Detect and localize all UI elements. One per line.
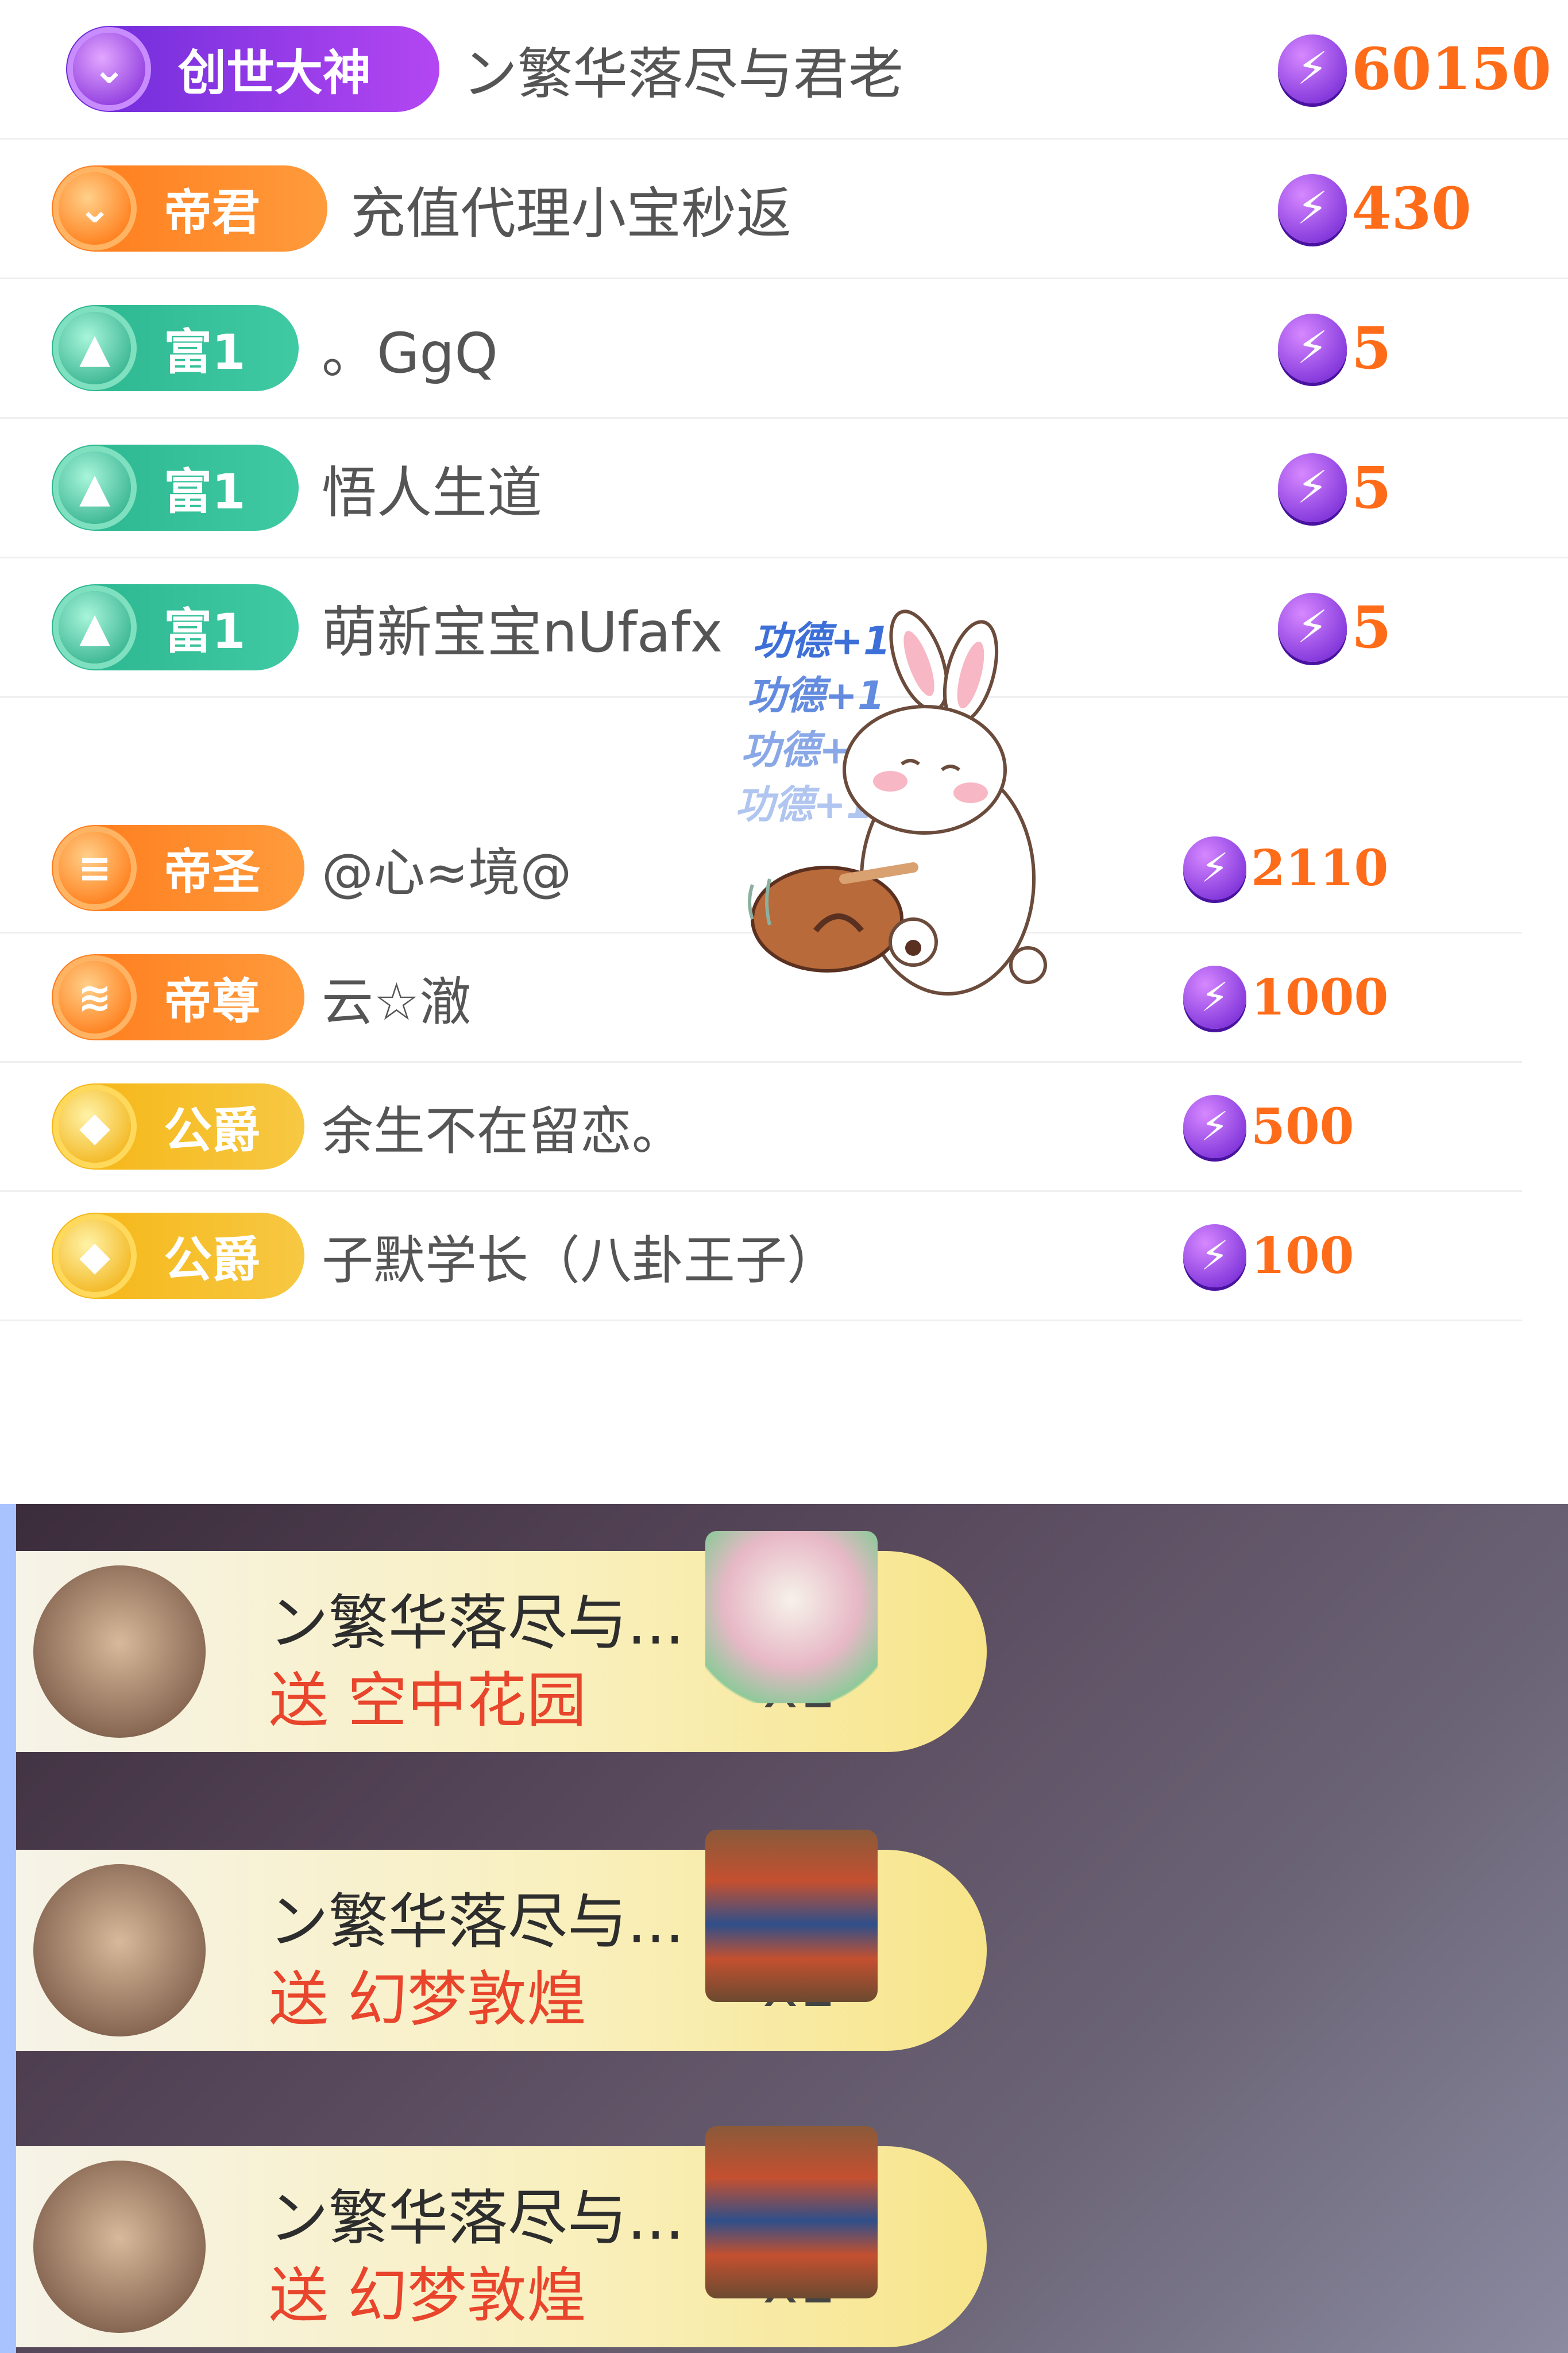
list-item[interactable]: ⌄ 创世大神 ン繁华落尽与君老 ⚡ 60150 <box>0 0 1568 140</box>
lightning-icon: ⚡ <box>1278 314 1347 383</box>
triangle-emblem-icon: ▲ <box>59 312 131 384</box>
contribution-amount: ⚡ 430 <box>1278 174 1472 243</box>
badge-label: 创世大神 <box>178 44 372 101</box>
username: 充值代理小宝秒返 <box>350 181 791 246</box>
gift-message[interactable]: ン繁华落尽与... 送 空中花园 x1 <box>16 1531 987 1752</box>
bunny-sticker: 功德+1 功德+1 功德+1 功德+1 <box>729 609 1074 1011</box>
username: ン繁华落尽与君老 <box>462 41 903 106</box>
lightning-icon: ⚡ <box>1183 1224 1246 1287</box>
left-edge-stripe <box>0 1504 16 2353</box>
bunny-icon <box>748 610 1047 996</box>
contribution-amount: ⚡ 5 <box>1278 453 1392 522</box>
username: 云☆澈 <box>322 972 472 1032</box>
badge-label: 帝圣 <box>164 843 261 900</box>
level-badge: ⌄ 创世大神 <box>66 26 439 112</box>
username: 悟人生道 <box>322 460 542 525</box>
lightning-icon: ⚡ <box>1278 34 1347 103</box>
amount-value: 100 <box>1251 1226 1354 1285</box>
avatar[interactable] <box>33 1864 206 2036</box>
level-badge: ◆ 公爵 <box>52 1083 304 1170</box>
gift-sender: ン繁华落尽与... <box>269 1887 685 1957</box>
amount-value: 60150 <box>1351 35 1551 103</box>
triangle-emblem-icon: ▲ <box>59 591 131 664</box>
lightning-icon: ⚡ <box>1183 1095 1246 1158</box>
list-item[interactable]: ▲ 富1 悟人生道 ⚡ 5 <box>0 419 1568 558</box>
badge-label: 富1 <box>164 603 246 659</box>
level-badge: ≋ 帝尊 <box>52 954 304 1040</box>
gift-message[interactable]: ン繁华落尽与... 送 幻梦敦煌 x1 <box>16 2126 987 2347</box>
amount-value: 1000 <box>1251 968 1389 1027</box>
level-badge: ≡ 帝圣 <box>52 825 304 911</box>
list-item[interactable]: ▲ 富1 。GgQ ⚡ 5 <box>0 279 1568 419</box>
gift-action: 送 幻梦敦煌 <box>269 1964 587 2034</box>
badge-label: 帝君 <box>164 184 261 241</box>
amount-value: 5 <box>1351 314 1392 382</box>
list-item[interactable]: ⌄ 帝君 充值代理小宝秒返 ⚡ 430 <box>0 140 1568 279</box>
username: @心≈境@ <box>322 843 572 903</box>
badge-label: 帝尊 <box>164 973 261 1029</box>
list-item[interactable]: ◆ 公爵 余生不在留恋。 ⚡ 500 <box>0 1063 1522 1192</box>
lightning-icon: ⚡ <box>1278 593 1347 662</box>
sky-garden-gift-icon <box>705 1531 878 1703</box>
chevron-emblem-icon: ⌄ <box>73 33 145 105</box>
dunhuang-tower-gift-icon <box>705 1830 878 2002</box>
username: 余生不在留恋。 <box>322 1101 683 1162</box>
username: 子默学长（八卦王子） <box>322 1230 839 1291</box>
amount-value: 500 <box>1251 1097 1354 1156</box>
triangle-emblem-icon: ▲ <box>59 452 131 524</box>
badge-label: 富1 <box>164 323 246 380</box>
contribution-amount: ⚡ 2110 <box>1183 836 1388 900</box>
contribution-amount: ⚡ 5 <box>1278 314 1392 383</box>
dunhuang-tower-gift-icon <box>705 2126 878 2298</box>
gift-feed-panel: ン繁华落尽与... 送 空中花园 x1 ン繁华落尽与... 送 幻梦敦煌 x1 … <box>0 1504 1568 2353</box>
list-item[interactable]: ◆ 公爵 子默学长（八卦王子） ⚡ 100 <box>0 1192 1522 1321</box>
gift-sender: ン繁华落尽与... <box>269 1588 685 1658</box>
level-badge: ◆ 公爵 <box>52 1213 304 1299</box>
contribution-amount: ⚡ 500 <box>1183 1095 1354 1158</box>
gem-emblem-icon: ◆ <box>59 1090 131 1163</box>
amount-value: 5 <box>1351 454 1392 522</box>
lightning-icon: ⚡ <box>1278 174 1347 243</box>
gem-emblem-icon: ◆ <box>59 1220 131 1292</box>
level-badge: ▲ 富1 <box>52 584 299 670</box>
username: 。GgQ <box>322 321 498 385</box>
gift-action: 送 幻梦敦煌 <box>269 2261 587 2331</box>
contribution-amount: ⚡ 60150 <box>1278 34 1551 103</box>
lightning-icon: ⚡ <box>1183 836 1246 900</box>
contribution-amount: ⚡ 5 <box>1278 593 1392 662</box>
level-badge: ▲ 富1 <box>52 445 299 531</box>
lightning-icon: ⚡ <box>1183 966 1246 1029</box>
amount-value: 5 <box>1351 593 1392 661</box>
badge-label: 公爵 <box>164 1231 261 1288</box>
level-badge: ⌄ 帝君 <box>52 165 327 252</box>
top-contribution-list: ⌄ 创世大神 ン繁华落尽与君老 ⚡ 60150 ⌄ 帝君 充值代理小宝秒返 ⚡ … <box>0 0 1568 698</box>
badge-label: 公爵 <box>164 1102 261 1159</box>
badge-label: 富1 <box>164 463 246 520</box>
avatar[interactable] <box>33 2161 206 2333</box>
username: 萌新宝宝nUfafx <box>322 600 723 665</box>
lightning-icon: ⚡ <box>1278 453 1347 522</box>
level-badge: ▲ 富1 <box>52 305 299 391</box>
amount-value: 430 <box>1351 175 1472 242</box>
avatar[interactable] <box>33 1565 206 1738</box>
coin-stack-emblem-icon: ≋ <box>59 961 131 1033</box>
gift-sender: ン繁华落尽与... <box>269 2183 685 2253</box>
chevron-emblem-icon: ⌄ <box>59 172 131 245</box>
amount-value: 2110 <box>1251 839 1389 897</box>
gift-action: 送 空中花园 <box>269 1665 587 1735</box>
coin-stack-emblem-icon: ≡ <box>59 832 131 904</box>
contribution-amount: ⚡ 1000 <box>1183 966 1388 1029</box>
gift-message[interactable]: ン繁华落尽与... 送 幻梦敦煌 x1 <box>16 1830 987 2051</box>
contribution-amount: ⚡ 100 <box>1183 1224 1354 1287</box>
